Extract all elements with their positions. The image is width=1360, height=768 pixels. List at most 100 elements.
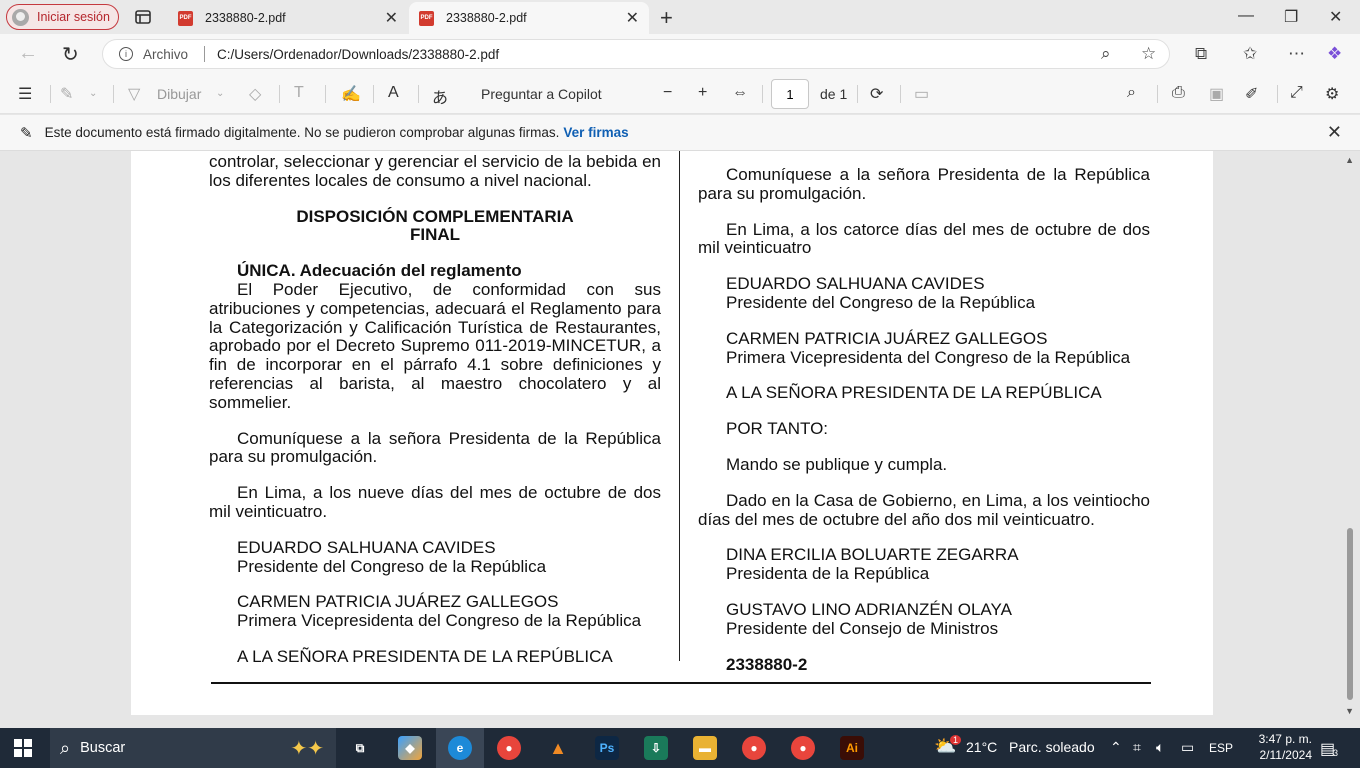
fullscreen-icon[interactable]: ⤢ <box>1290 84 1303 102</box>
article-title: ÚNICA. Adecuación del reglamento <box>237 261 522 281</box>
taskbar: ⌕ Buscar ✦✦ ⧉ ◆ e ● ▲ Ps ⇩ ▬ ● ● Ai ⛅ 1 … <box>0 728 1360 768</box>
photoshop-icon[interactable]: Ps <box>595 736 619 760</box>
addressee: A LA SEÑORA PRESIDENTA DE LA REPÚBLICA <box>237 646 613 666</box>
divider <box>113 85 114 103</box>
paragraph: Comuníquese a la señora Presidenta de la… <box>209 428 661 467</box>
view-signatures-link[interactable]: Ver firmas <box>563 125 628 140</box>
address-field[interactable]: i Archivo C:/Users/Ordenador/Downloads/2… <box>102 39 1170 69</box>
extensions-icon[interactable]: ⧉ <box>1195 44 1207 64</box>
paragraph: El Poder Ejecutivo, de conformidad con s… <box>209 279 661 412</box>
scroll-down-icon[interactable]: ▼ <box>1345 706 1354 716</box>
draw-icon[interactable]: ▽ <box>128 84 140 104</box>
settings-icon[interactable]: ⚙ <box>1325 84 1339 104</box>
page-number-input[interactable]: 1 <box>771 79 809 109</box>
read-aloud-icon[interactable]: A <box>388 84 399 102</box>
refresh-icon[interactable]: ↻ <box>62 42 79 67</box>
signature-block: CARMEN PATRICIA JUÁREZ GALLEGOS Primera … <box>209 593 661 631</box>
signatory-name: EDUARDO SALHUANA CAVIDES <box>726 274 985 294</box>
text-box-icon[interactable]: T <box>294 84 304 102</box>
close-icon[interactable]: ✕ <box>1327 122 1342 143</box>
print-icon[interactable]: ⎙ <box>1172 84 1185 102</box>
info-icon[interactable]: i <box>119 47 133 61</box>
pdf-icon: PDF <box>178 10 193 26</box>
back-icon[interactable]: ← <box>18 42 38 65</box>
translate-icon[interactable]: あ <box>432 84 448 108</box>
edge-icon[interactable]: e <box>448 736 472 760</box>
paragraph: En Lima, a los catorce días del mes de o… <box>698 219 1150 258</box>
ask-copilot-button[interactable]: Preguntar a Copilot <box>481 86 602 102</box>
app-icon[interactable]: ⇩ <box>644 736 668 760</box>
chrome-profile-icon[interactable]: ● <box>791 736 815 760</box>
signatory-title: Presidenta de la República <box>726 564 930 584</box>
fit-page-icon[interactable]: ⇔ <box>732 84 748 102</box>
eraser-icon[interactable]: ◇ <box>249 84 261 104</box>
pdf-icon: PDF <box>419 10 434 26</box>
clock[interactable]: 3:47 p. m. 2/11/2024 <box>1259 731 1312 763</box>
draw-label[interactable]: Dibujar <box>157 86 201 102</box>
tab-pdf-1[interactable]: PDF 2338880-2.pdf ✕ <box>168 2 408 34</box>
copilot-icon[interactable]: ❖ <box>1327 44 1342 64</box>
more-icon[interactable]: ⋯ <box>1288 44 1305 64</box>
zoom-in-icon[interactable]: + <box>698 84 707 102</box>
pdf-toolbar: ☰ ✎ ⌄ ▽ Dibujar ⌄ ◇ T ✍ A あ Preguntar a … <box>0 74 1360 114</box>
section-heading: FINAL <box>409 225 461 245</box>
highlight-icon[interactable]: ✎ <box>60 84 73 104</box>
divider <box>279 85 280 103</box>
restore-icon[interactable]: ❐ <box>1284 7 1298 27</box>
chevron-down-icon[interactable]: ⌄ <box>216 88 224 99</box>
page-view-icon[interactable]: ▭ <box>914 84 929 104</box>
search-label: Buscar <box>80 740 126 756</box>
illustrator-icon[interactable]: Ai <box>840 736 864 760</box>
chevron-up-icon[interactable]: ⌃ <box>1110 739 1122 756</box>
tab-bar: Iniciar sesión PDF 2338880-2.pdf ✕ PDF 2… <box>0 0 1360 34</box>
paragraph: Comuníquese a la señora Presidenta de la… <box>698 165 1150 203</box>
scroll-up-icon[interactable]: ▲ <box>1345 155 1354 165</box>
chrome-icon[interactable]: ● <box>497 736 521 760</box>
scrollbar-thumb[interactable] <box>1347 528 1353 700</box>
page-count: de 1 <box>820 86 848 102</box>
signatory-name: GUSTAVO LINO ADRIANZÉN OLAYA <box>726 599 1012 619</box>
close-tab-icon[interactable]: ✕ <box>385 8 398 28</box>
url-text: C:/Users/Ordenador/Downloads/2338880-2.p… <box>217 46 500 62</box>
network-icon[interactable]: ▭ <box>1181 739 1194 756</box>
minimize-icon[interactable]: — <box>1238 7 1254 25</box>
close-tab-icon[interactable]: ✕ <box>626 8 639 28</box>
signature-message: Este documento está firmado digitalmente… <box>44 125 560 140</box>
pdf-viewer[interactable]: controlar, seleccionar y gerenciar el se… <box>0 151 1360 725</box>
language-indicator[interactable]: ESP <box>1209 741 1233 755</box>
sign-icon[interactable]: ✍ <box>341 84 361 104</box>
rotate-icon[interactable]: ⟳ <box>870 84 883 104</box>
task-view-icon[interactable]: ⧉ <box>348 736 372 760</box>
signatory-title: Presidente del Congreso de la República <box>726 292 1036 312</box>
zoom-icon[interactable]: ⌕ <box>1101 44 1111 64</box>
signature-notification-bar: ✎ Este documento está firmado digitalmen… <box>0 115 1360 151</box>
weather-desc[interactable]: Parc. soleado <box>1009 739 1095 755</box>
divider <box>204 46 206 62</box>
signatory-title: Presidente del Consejo de Ministros <box>726 618 999 638</box>
signature-block: DINA ERCILIA BOLUARTE ZEGARRA Presidenta… <box>698 546 1150 584</box>
weather-temp[interactable]: 21°C <box>966 739 997 755</box>
favorites-icon[interactable]: ✩ <box>1243 44 1257 64</box>
chevron-down-icon[interactable]: ⌄ <box>89 88 97 99</box>
file-explorer-icon[interactable]: ▬ <box>693 736 717 760</box>
search-icon[interactable]: ⌕ <box>1127 84 1136 102</box>
meet-icon[interactable]: ⌗ <box>1133 739 1141 756</box>
save-as-icon[interactable]: ✐ <box>1245 84 1258 104</box>
tab-actions-icon[interactable] <box>134 8 152 26</box>
contents-icon[interactable]: ☰ <box>18 84 32 104</box>
chrome-profile-icon[interactable]: ● <box>742 736 766 760</box>
signatory-name: DINA ERCILIA BOLUARTE ZEGARRA <box>726 545 1019 565</box>
close-window-icon[interactable]: ✕ <box>1329 7 1342 27</box>
volume-icon[interactable]: 🔈︎ <box>1156 739 1164 756</box>
signin-button[interactable]: Iniciar sesión <box>6 4 119 30</box>
copilot-app-icon[interactable]: ◆ <box>398 736 422 760</box>
windows-start-icon[interactable] <box>14 739 32 757</box>
save-icon[interactable]: ▣ <box>1209 84 1224 104</box>
vlc-icon[interactable]: ▲ <box>546 736 570 760</box>
favorite-icon[interactable]: ☆ <box>1141 44 1156 64</box>
new-tab-icon[interactable]: + <box>660 5 673 31</box>
zoom-out-icon[interactable]: − <box>663 84 672 102</box>
tab-title: 2338880-2.pdf <box>205 11 286 25</box>
tab-pdf-2[interactable]: PDF 2338880-2.pdf ✕ <box>409 2 649 34</box>
taskbar-search[interactable]: ⌕ Buscar ✦✦ <box>50 728 336 768</box>
